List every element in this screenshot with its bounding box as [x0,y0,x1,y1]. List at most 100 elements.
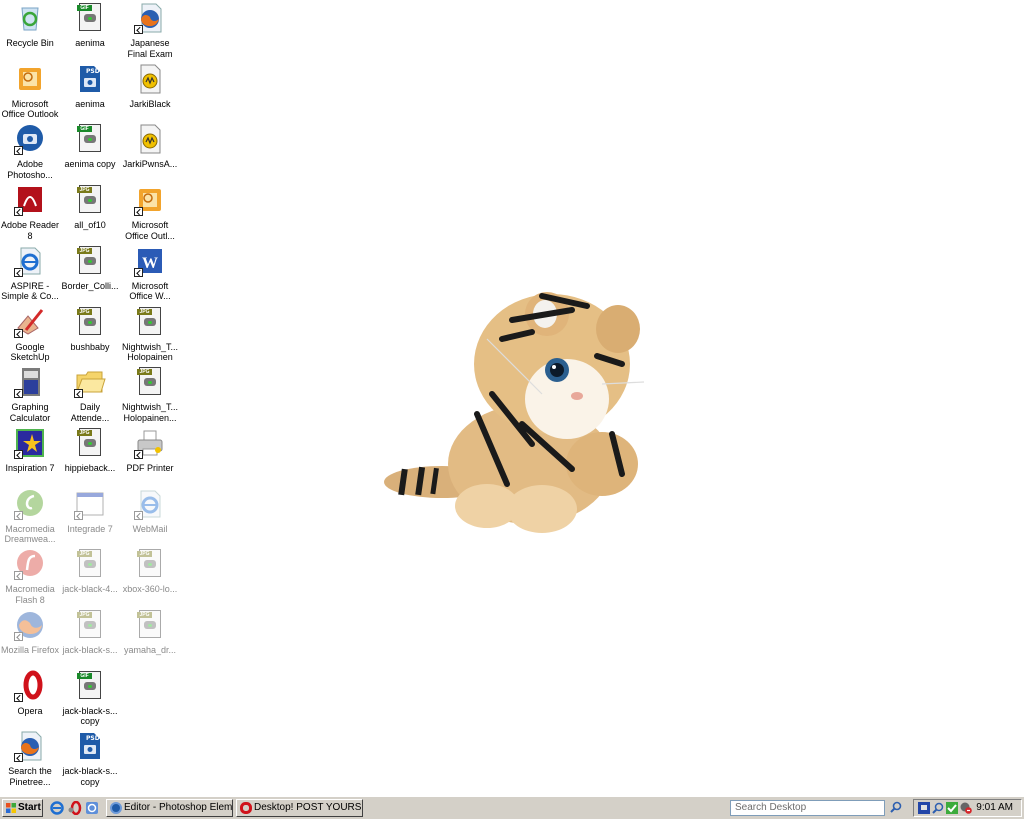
desktop-icon-aenima[interactable]: PSD aenima [60,63,120,110]
desktop-icon-label: Macromedia Flash 8 [5,584,55,605]
volume-muted-icon[interactable] [960,802,972,814]
desktop-icon-inspiration-7[interactable]: Inspiration 7 [0,427,60,474]
winamp-icon [134,63,166,95]
desktop-icon-jarkipwnsa[interactable]: JarkiPwnsA... [120,123,180,170]
shortcut-arrow-icon [14,146,23,156]
desktop-icon-nightwish-t-holopainen[interactable]: JPG Nightwish_T... Holopainen [120,306,180,363]
desktop-icon-adobe-photosho[interactable]: Adobe Photosho... [0,123,60,180]
search-icon[interactable] [887,800,905,816]
desktop-icon-graphing-calculator[interactable]: Graphing Calculator [0,366,60,423]
desktop[interactable]: Recycle Bin Microsoft Office Outlook Adobe… [0,0,1024,796]
desktop-icon-mozilla-firefox[interactable]: Mozilla Firefox [0,609,60,656]
desktop-icon-label: Microsoft Office Outlook [1,98,59,120]
firefox-icon [14,609,46,641]
desktop-icon-label: Microsoft Office W... [129,280,171,302]
dreamweaver-icon [14,488,46,520]
photoshop-icon [110,802,122,814]
desktop-icon-border-colli[interactable]: JPG Border_Colli... [60,245,120,292]
desktop-icon-label: aenima [75,38,105,48]
shortcut-arrow-icon [74,510,83,520]
jpg-icon: JPG [74,427,106,459]
desktop-icon-daily-attende[interactable]: Daily Attende... [60,366,120,423]
jpg-icon: JPG [74,609,106,641]
desktop-icon-adobe-reader-8[interactable]: Adobe Reader 8 [0,184,60,241]
desktop-icon-xbox-360-lo[interactable]: JPG xbox-360-lo... [120,548,180,595]
desktop-icon-label: Nightwish_T... Holopainen... [121,402,179,423]
security-check-icon[interactable] [946,802,958,814]
desktop-icon-japanese-final-exam[interactable]: Japanese Final Exam [120,2,180,59]
desktop-icon-microsoft-office-outlook[interactable]: Microsoft Office Outlook [0,63,60,120]
psd-icon: PSD [74,730,106,762]
shortcut-arrow-icon [134,449,143,459]
svg-text:PSD: PSD [86,68,100,75]
desktop-icon-label: Japanese Final Exam [127,38,173,59]
internet-explorer-quicklaunch-icon[interactable] [50,801,64,815]
ie-doc-icon [14,245,46,277]
desktop-icon-integrade-7[interactable]: Integrade 7 [60,488,120,535]
desktop-icon-pdf-printer[interactable]: PDF Printer [120,427,180,474]
desktop-icon-jack-black-s-copy[interactable]: PSD jack-black-s... copy [60,730,120,787]
shortcut-arrow-icon [14,207,23,217]
desktop-icon-aenima-copy[interactable]: GIF aenima copy [60,123,120,170]
desktop-icon-label: ASPIRE - Simple & Co... [1,280,59,302]
desktop-icon-webmail[interactable]: WebMail [120,488,180,535]
search-desktop-input[interactable]: Search Desktop [730,800,885,816]
clock[interactable]: 9:01 AM [976,800,1013,816]
desktop-icon-jarkiblack[interactable]: JarkiBlack [120,63,180,110]
gif-icon: GIF [74,123,106,155]
desktop-icon-bushbaby[interactable]: JPG bushbaby [60,306,120,353]
firefox-doc-icon [14,730,46,763]
shortcut-arrow-icon [14,389,23,399]
desktop-icon-label: Nightwish_T... Holopainen [121,341,179,363]
svg-text:PSD: PSD [86,735,100,742]
desktop-icon-recycle-bin[interactable]: Recycle Bin [0,2,60,49]
desktop-icon-macromedia-flash-8[interactable]: Macromedia Flash 8 [0,548,60,605]
desktop-icon-label: jack-black-s... copy [62,766,118,787]
stuffed-tiger-wallpaper-image [384,292,644,533]
folder-icon [74,366,106,399]
desktop-icon-jack-black-4[interactable]: JPG jack-black-4... [60,548,120,595]
system-tray: 9:01 AM [913,799,1022,817]
desktop-icon-microsoft-office-w[interactable]: W Microsoft Office W... [120,245,180,302]
network-icon[interactable] [918,802,930,814]
search-icon[interactable] [932,802,944,814]
shortcut-arrow-icon [14,510,23,520]
opera-quicklaunch-icon[interactable] [68,801,82,815]
svg-text:W: W [142,255,158,272]
psd-icon: PSD [74,63,106,95]
desktop-icon-label: Mozilla Firefox [0,645,59,655]
desktop-icon-opera[interactable]: Opera [0,670,60,717]
window-icon [74,488,106,520]
jpg-icon: JPG [74,245,106,277]
desktop-icon-microsoft-office-outl[interactable]: Microsoft Office Outl... [120,184,180,241]
start-label: Start [18,802,41,813]
desktop-icon-jack-black-s-copy[interactable]: GIF jack-black-s... copy [60,670,120,727]
desktop-icon-jack-black-s[interactable]: JPG jack-black-s... [60,609,120,656]
calculator-icon [14,366,46,399]
desktop-icon-all-of10[interactable]: JPG all_of10 [60,184,120,231]
outlook-express-quicklaunch-icon[interactable] [85,801,99,815]
desktop-icon-label: Search the Pinetree... [8,766,52,787]
desktop-icon-hippieback[interactable]: JPG hippieback... [60,427,120,474]
shortcut-arrow-icon [134,510,143,520]
desktop-icon-label: Inspiration 7 [5,462,55,473]
desktop-icon-google-sketchup[interactable]: Google SketchUp [0,306,60,363]
desktop-icon-macromedia-dreamwea[interactable]: Macromedia Dreamwea... [0,488,60,545]
shortcut-arrow-icon [14,449,23,459]
shortcut-arrow-icon [134,267,143,277]
desktop-icon-label: jack-black-s... [62,645,118,655]
start-button[interactable]: Start [2,799,43,817]
task-label: Editor - Photoshop Eleme... [124,802,233,813]
desktop-icon-label: all_of10 [74,220,106,231]
desktop-icon-label: Border_Colli... [61,280,119,291]
desktop-icon-aenima[interactable]: GIF aenima [60,2,120,49]
taskbar-task-opera-desktop[interactable]: Desktop! POST YOURS! -... [236,799,363,817]
taskbar-task-photoshop-editor[interactable]: Editor - Photoshop Eleme... [106,799,233,817]
desktop-icon-search-the-pinetree[interactable]: Search the Pinetree... [0,730,60,787]
desktop-icon-nightwish-t-holopainen[interactable]: JPG Nightwish_T... Holopainen... [120,366,180,423]
shortcut-arrow-icon [14,571,23,581]
desktop-icon-yamaha-dr[interactable]: JPG yamaha_dr... [120,609,180,656]
taskbar: Start Editor - Photoshop Eleme... Deskto… [0,796,1024,819]
desktop-icon-label: hippieback... [64,462,116,473]
desktop-icon-aspire-simple-co[interactable]: ASPIRE - Simple & Co... [0,245,60,302]
